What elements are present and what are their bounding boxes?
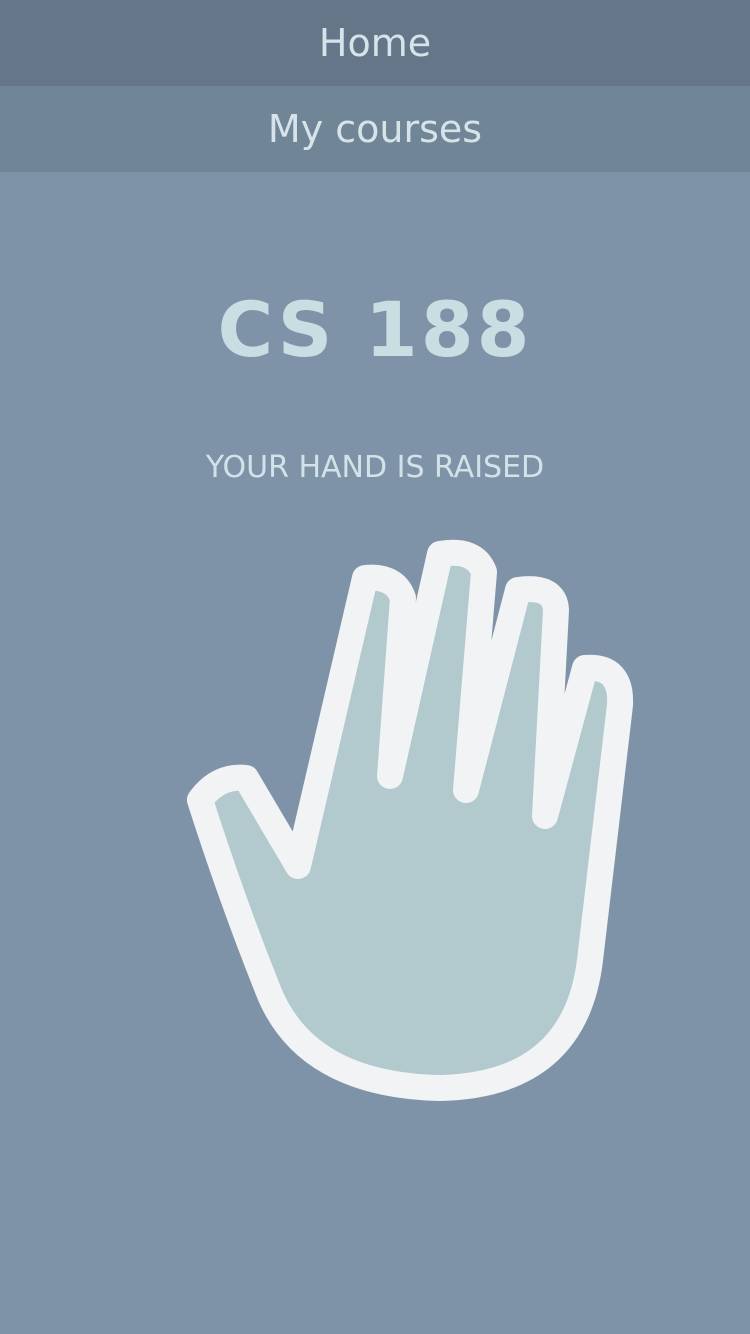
- raised-hand-icon[interactable]: [0, 0, 750, 1334]
